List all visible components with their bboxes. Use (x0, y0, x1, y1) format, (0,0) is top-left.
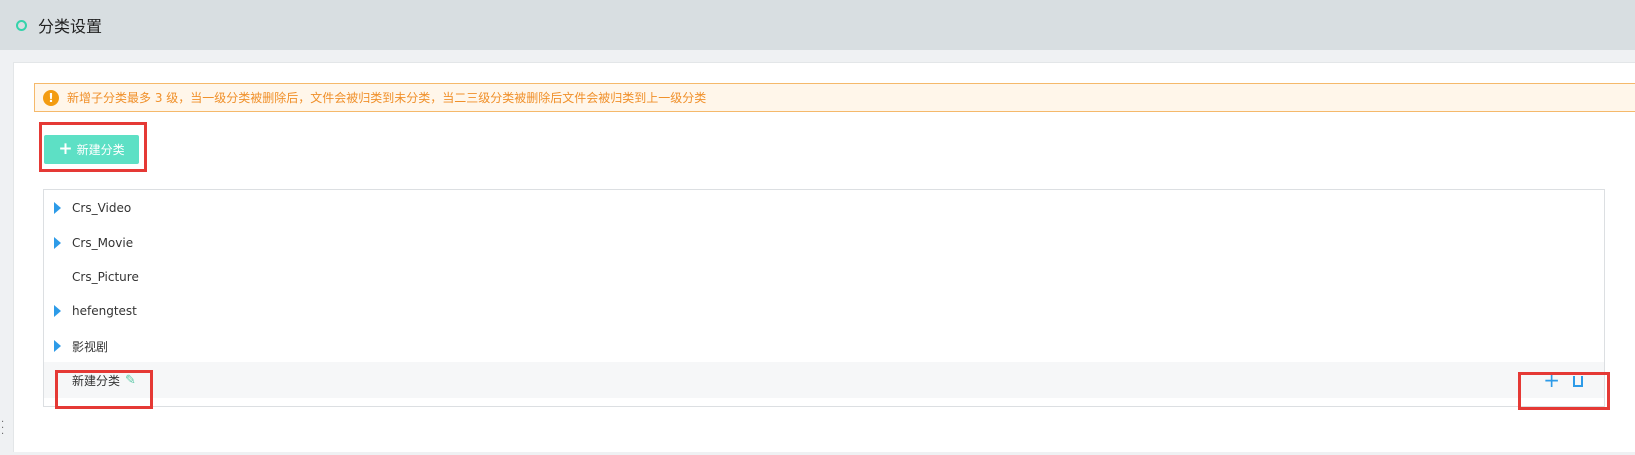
tree-item[interactable]: 影视剧 (44, 328, 1604, 364)
tree-item-new[interactable]: 新建分类 ✎ + (44, 362, 1604, 398)
tree-item[interactable]: Crs_Video (44, 190, 1604, 226)
resize-handle-icon[interactable]: · · · (1, 418, 5, 440)
warning-notice: ! 新增子分类最多 3 级，当一级分类被删除后，文件会被归类到未分类，当二三级分… (34, 83, 1635, 112)
ring-icon (16, 19, 27, 31)
tree-item[interactable]: Crs_Movie (44, 225, 1604, 261)
highlight-box (1518, 372, 1610, 410)
page-title: 分类设置 (38, 17, 103, 36)
tree-item[interactable]: Crs_Picture (44, 259, 1604, 295)
expand-arrow-icon[interactable] (54, 305, 61, 317)
page-header: 分类设置 (0, 0, 1635, 50)
top-divider (0, 50, 1635, 62)
expand-arrow-icon[interactable] (54, 237, 61, 249)
notice-text: 新增子分类最多 3 级，当一级分类被删除后，文件会被归类到未分类，当二三级分类被… (67, 91, 707, 105)
info-icon: ! (43, 89, 59, 106)
tree-item-label: Crs_Movie (72, 236, 134, 250)
expand-arrow-icon[interactable] (54, 340, 61, 352)
highlight-box (55, 370, 153, 409)
tree-item-label: Crs_Picture (72, 270, 139, 284)
expand-arrow-icon[interactable] (54, 202, 61, 214)
tree-item-label: hefengtest (72, 304, 137, 318)
tree-item[interactable]: hefengtest (44, 293, 1604, 329)
left-divider (0, 50, 13, 455)
page: 分类设置 ! 新增子分类最多 3 级，当一级分类被删除后，文件会被归类到未分类，… (0, 0, 1635, 455)
tree-item-label: Crs_Video (72, 201, 132, 215)
highlight-box (39, 122, 147, 172)
category-tree: Crs_Video Crs_Movie Crs_Picture hefengte… (43, 189, 1605, 407)
tree-item-label: 影视剧 (72, 339, 109, 354)
